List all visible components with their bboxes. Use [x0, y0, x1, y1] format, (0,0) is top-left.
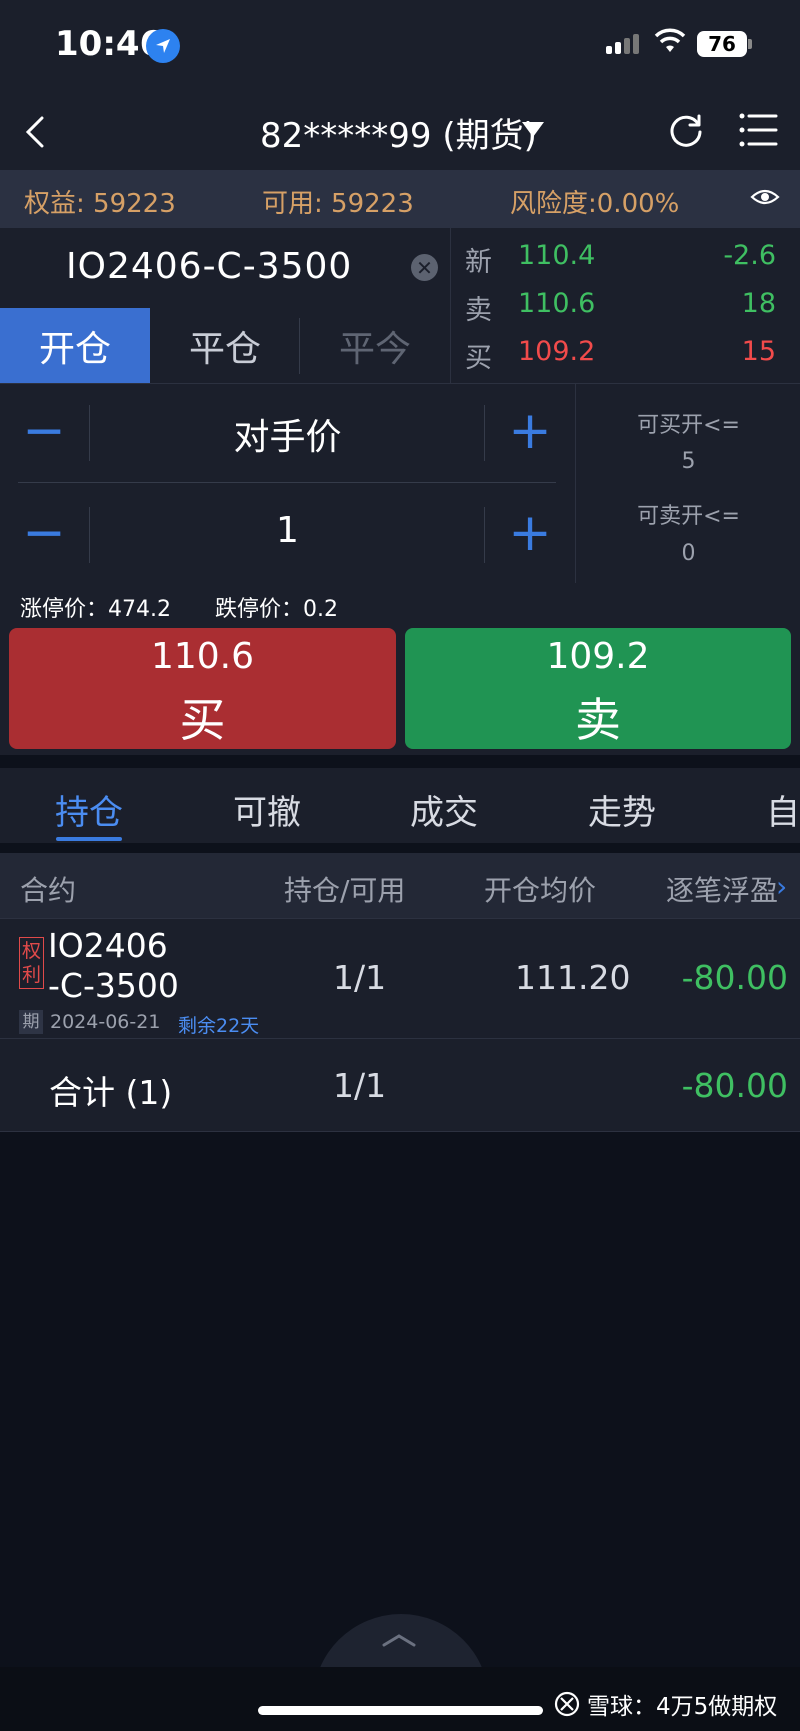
quantity-plus-button[interactable]: + — [495, 507, 565, 559]
quote-ask-price[interactable]: 110.6 — [518, 288, 595, 319]
list-menu-icon[interactable] — [738, 110, 778, 154]
price-plus-button[interactable]: + — [495, 405, 565, 457]
battery-tip — [748, 39, 752, 49]
quote-latest-change: -2.6 — [723, 240, 776, 271]
quote-latest-label: 新 — [465, 247, 492, 278]
price-minus-button[interactable]: − — [9, 405, 79, 457]
limit-down-price: 跌停价：0.2 — [215, 597, 338, 622]
tab-trend[interactable]: 走势 — [588, 785, 656, 834]
tab-custom[interactable]: 自 — [766, 785, 800, 834]
watermark: 雪球：4万5做期权 — [553, 1687, 777, 1721]
risk-text: 风险度:0.00% — [510, 189, 680, 219]
snowball-logo-icon — [554, 1691, 580, 1717]
buy-button-label: 买 — [179, 693, 226, 747]
tab-open[interactable]: 开仓 — [0, 308, 150, 383]
quantity-minus-button[interactable]: − — [9, 507, 79, 559]
eye-icon[interactable] — [750, 185, 780, 213]
total-pnl: -80.00 — [681, 1066, 788, 1105]
can-sell-open-value: 0 — [681, 541, 696, 566]
equity-text: 权益: 59223 — [24, 189, 176, 219]
can-buy-open-value: 5 — [681, 449, 696, 474]
tab-close-today[interactable]: 平今 — [300, 308, 450, 383]
clear-icon[interactable]: ✕ — [411, 254, 438, 281]
buy-button[interactable]: 110.6 买 — [9, 628, 396, 749]
location-arrow-icon — [146, 29, 180, 63]
limit-up-price: 涨停价：474.2 — [20, 597, 171, 622]
watermark-text: 雪球：4万5做期权 — [587, 1694, 778, 1720]
tab-cancellable[interactable]: 可撤 — [233, 785, 301, 834]
quote-bid-volume: 15 — [741, 336, 776, 367]
can-sell-open-label: 可卖开<= — [637, 504, 740, 529]
divider — [484, 507, 485, 563]
row-contract-line1: IO2406 — [48, 926, 168, 965]
header-position: 持仓/可用 — [284, 874, 406, 907]
sell-button-price: 109.2 — [546, 636, 650, 677]
chevron-right-icon[interactable]: › — [776, 870, 787, 903]
cellular-signal-icon — [606, 34, 639, 54]
total-position: 1/1 — [333, 1066, 387, 1105]
quote-bid-label: 买 — [465, 343, 492, 374]
row-avg-price: 111.20 — [515, 958, 631, 997]
quote-ask-label: 卖 — [465, 295, 492, 326]
row-contract-line2: -C-3500 — [48, 966, 179, 1005]
header-avg-price: 开仓均价 — [484, 874, 597, 907]
chevron-up-icon[interactable] — [381, 1632, 417, 1652]
row-expiry-date: 2024-06-21 — [50, 1011, 161, 1033]
futures-badge: 期 — [19, 1010, 43, 1034]
back-icon[interactable] — [20, 110, 60, 154]
header-float-pnl: 逐笔浮盈 — [666, 874, 779, 907]
price-type-selector[interactable]: 对手价 — [90, 408, 485, 460]
available-text: 可用: 59223 — [262, 189, 414, 219]
battery-icon: 76 — [697, 31, 747, 57]
buy-button-price: 110.6 — [150, 636, 255, 677]
sell-button[interactable]: 109.2 卖 — [405, 628, 791, 749]
quote-bid-price[interactable]: 109.2 — [518, 336, 595, 367]
header-contract: 合约 — [20, 874, 77, 907]
quote-ask-volume: 18 — [741, 288, 776, 319]
active-tab-indicator — [56, 837, 122, 841]
account-selector[interactable]: 82*****99 (期货) — [260, 108, 537, 157]
contract-code-input[interactable]: IO2406-C-3500 — [66, 246, 352, 287]
wifi-icon — [654, 28, 686, 58]
tab-close[interactable]: 平仓 — [150, 308, 300, 383]
refresh-icon[interactable] — [666, 110, 706, 154]
can-buy-open-label: 可买开<= — [637, 413, 740, 438]
row-days-remaining: 剩余22天 — [178, 1015, 260, 1037]
divider — [18, 482, 556, 483]
option-right-badge: 权利 — [19, 937, 44, 989]
divider — [575, 383, 576, 583]
divider — [484, 405, 485, 461]
quote-latest-price: 110.4 — [518, 240, 596, 271]
total-label: 合计 (1) — [49, 1073, 173, 1112]
tab-trades[interactable]: 成交 — [410, 785, 478, 834]
row-position: 1/1 — [333, 958, 387, 997]
dropdown-triangle-icon[interactable] — [522, 122, 544, 137]
home-indicator[interactable] — [258, 1706, 543, 1715]
sell-button-label: 卖 — [575, 693, 621, 747]
row-float-pnl: -80.00 — [681, 958, 788, 997]
quantity-input[interactable]: 1 — [90, 510, 485, 551]
tab-positions[interactable]: 持仓 — [55, 785, 123, 834]
